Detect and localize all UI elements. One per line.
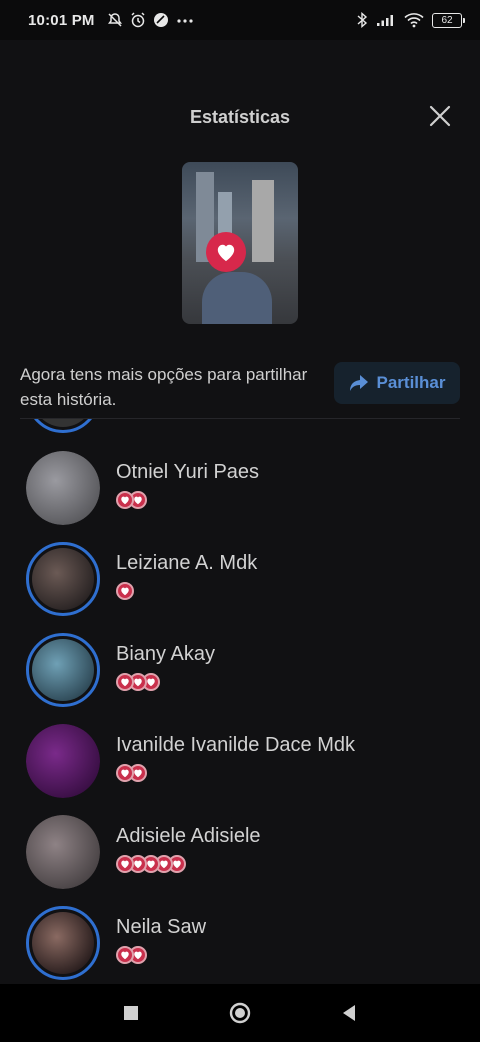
avatar-image: [26, 451, 100, 525]
close-icon[interactable]: [428, 104, 452, 128]
app-icon: [153, 13, 168, 27]
viewers-list[interactable]: Otniel Yuri Paes Leiziane A. Mdk Biany Aka…: [0, 419, 480, 984]
reaction-stack: [116, 582, 134, 600]
avatar[interactable]: [26, 633, 100, 707]
back-triangle-icon: [343, 1005, 355, 1021]
stats-header: Estatísticas: [0, 96, 480, 138]
viewer-name: Adisiele Adisiele: [116, 825, 261, 847]
avatar[interactable]: [26, 815, 100, 889]
avatar[interactable]: [26, 724, 100, 798]
viewer-row[interactable]: Otniel Yuri Paes: [0, 451, 480, 542]
viewer-row[interactable]: Leiziane A. Mdk: [0, 542, 480, 633]
reaction-stack: [116, 491, 147, 509]
viewer-avatar-partial: [26, 419, 100, 433]
viewer-row[interactable]: Neila Saw: [0, 906, 480, 984]
viewer-row[interactable]: Ivanilde Ivanilde Dace Mdk: [0, 724, 480, 815]
wifi-icon: [404, 13, 424, 28]
share-button[interactable]: Partilhar: [334, 362, 460, 404]
more-icon: [177, 19, 193, 23]
bluetooth-icon: [357, 12, 368, 28]
avatar[interactable]: [26, 542, 100, 616]
battery-icon: 62: [432, 12, 465, 28]
viewer-name: Neila Saw: [116, 916, 207, 938]
status-time: 10:01 PM: [28, 11, 95, 29]
reaction-stack: [116, 673, 160, 691]
viewer-row[interactable]: Adisiele Adisiele: [0, 815, 480, 906]
battery-level: 62: [441, 14, 453, 26]
avatar-image: [26, 724, 100, 798]
mute-icon: [107, 13, 122, 27]
share-button-label: Partilhar: [376, 373, 446, 392]
avatar-image: [32, 548, 94, 610]
home-button[interactable]: [228, 1001, 252, 1025]
avatar-image: [32, 912, 94, 974]
avatar[interactable]: [26, 451, 100, 525]
circle-icon: [229, 1002, 251, 1024]
heart-icon: [116, 673, 134, 691]
heart-icon: [116, 946, 134, 964]
viewer-row[interactable]: Biany Akay: [0, 633, 480, 724]
square-icon: [124, 1006, 138, 1020]
share-description: Agora tens mais opções para partilhar es…: [20, 365, 308, 409]
share-row: Agora tens mais opções para partilhar es…: [20, 360, 460, 416]
back-button[interactable]: [337, 1001, 361, 1025]
heart-reaction-icon: [206, 232, 246, 272]
status-bar: 10:01 PM 62: [0, 0, 480, 40]
reaction-stack: [116, 855, 186, 873]
viewer-name: Biany Akay: [116, 643, 215, 665]
reaction-stack: [116, 764, 147, 782]
reaction-stack: [116, 946, 147, 964]
alarm-icon: [131, 12, 145, 28]
signal-icon: [377, 15, 393, 26]
heart-icon: [116, 582, 134, 600]
share-arrow-icon: [349, 375, 368, 391]
heart-icon: [116, 855, 134, 873]
system-nav-bar: [0, 984, 480, 1042]
heart-icon: [116, 764, 134, 782]
viewer-name: Ivanilde Ivanilde Dace Mdk: [116, 734, 356, 756]
recent-apps-button[interactable]: [119, 1001, 143, 1025]
avatar-image: [32, 639, 94, 701]
viewer-name: Otniel Yuri Paes: [116, 461, 260, 483]
avatar[interactable]: [26, 906, 100, 980]
avatar-image: [26, 815, 100, 889]
page-title: Estatísticas: [189, 106, 291, 127]
heart-icon: [116, 491, 134, 509]
viewer-name: Leiziane A. Mdk: [116, 552, 258, 574]
